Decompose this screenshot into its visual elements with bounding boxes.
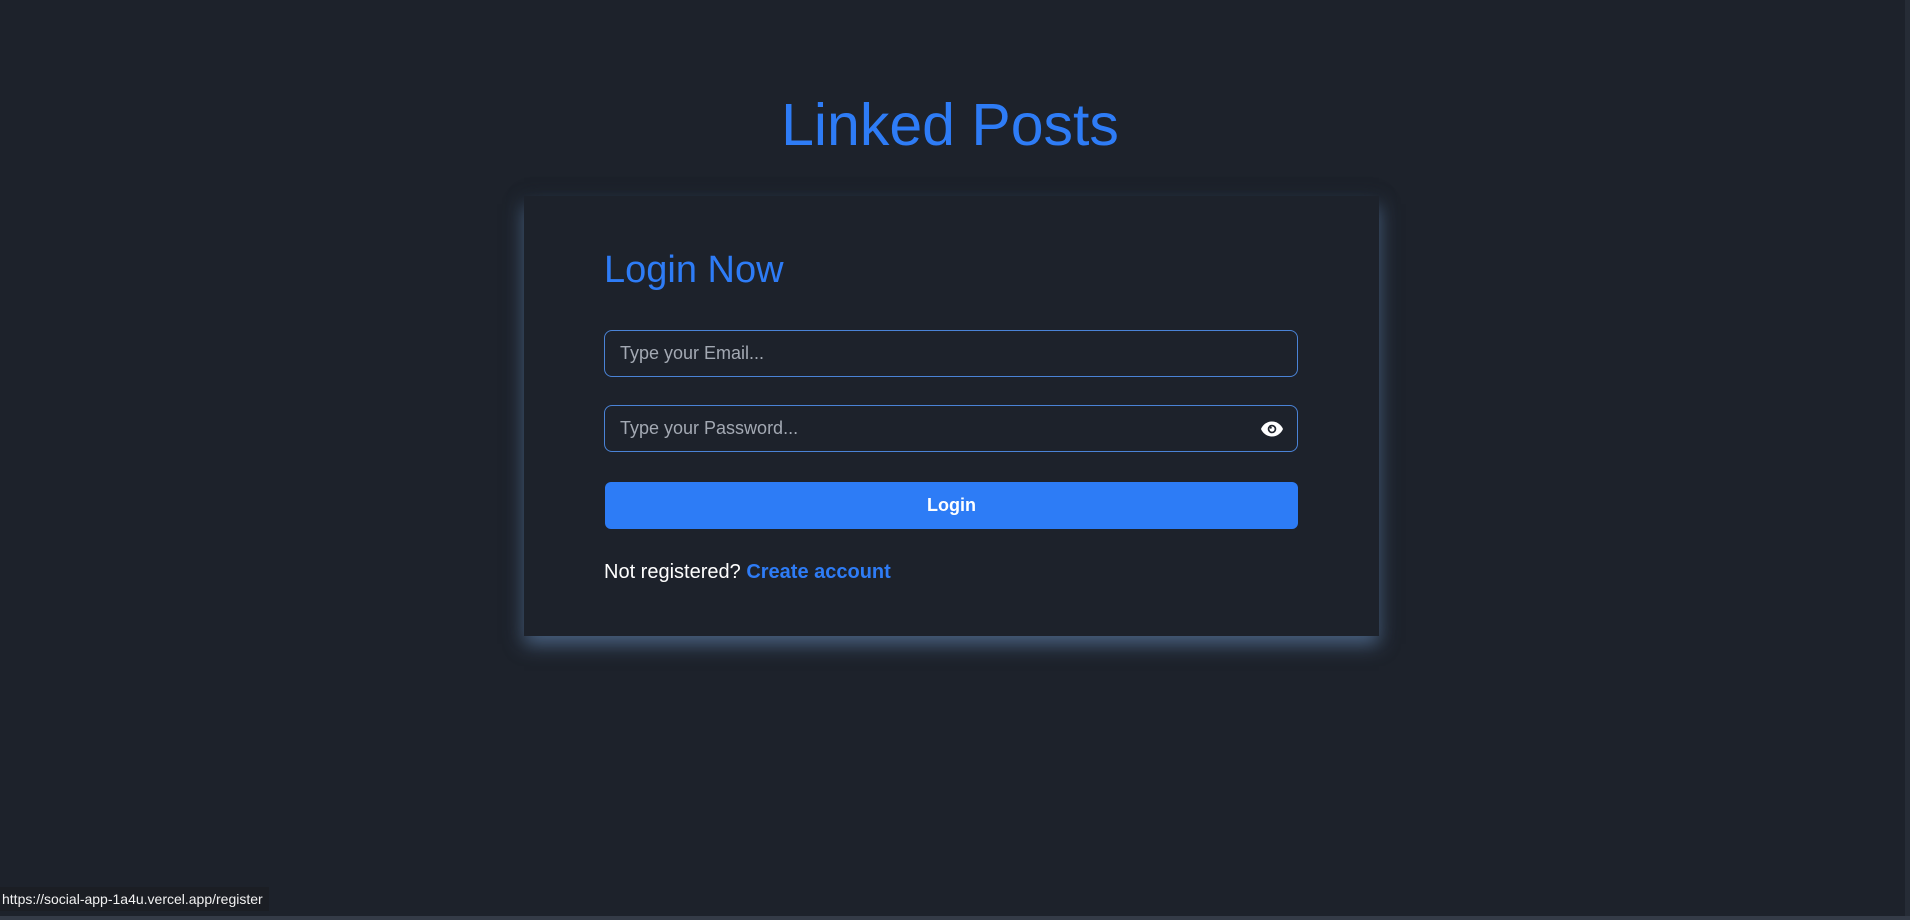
password-input[interactable] bbox=[605, 406, 1297, 451]
email-input[interactable] bbox=[605, 331, 1297, 376]
eye-icon-graphic bbox=[1261, 421, 1283, 437]
create-account-link[interactable]: Create account bbox=[746, 561, 891, 583]
register-prompt-text: Not registered? bbox=[604, 561, 741, 583]
login-card: Login Now Login Not registered? Create a… bbox=[524, 196, 1379, 636]
email-field bbox=[604, 330, 1298, 377]
page-scrollbar[interactable] bbox=[1905, 0, 1910, 916]
password-field bbox=[604, 405, 1298, 452]
login-heading: Login Now bbox=[604, 249, 784, 291]
window-bottom-edge bbox=[0, 916, 1910, 920]
login-button[interactable]: Login bbox=[605, 482, 1298, 529]
status-bar-url: https://social-app-1a4u.vercel.app/regis… bbox=[0, 887, 269, 911]
eye-icon[interactable] bbox=[1259, 417, 1285, 441]
register-prompt-line: Not registered? Create account bbox=[604, 559, 891, 585]
app-title: Linked Posts bbox=[781, 92, 1119, 158]
